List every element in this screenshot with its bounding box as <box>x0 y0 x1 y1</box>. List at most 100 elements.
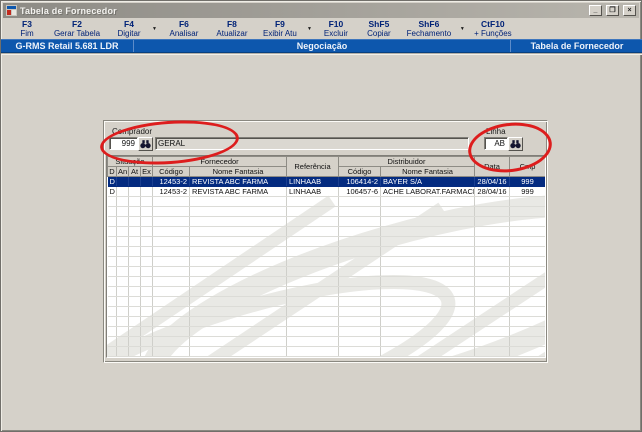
column-header-nome-fantasia-fornecedor[interactable]: Nome Fantasia <box>188 166 288 177</box>
toolbar-item-fim[interactable]: F3 Fim <box>9 19 45 38</box>
binoculars-icon <box>510 139 521 148</box>
column-header-at[interactable]: At <box>128 166 141 177</box>
toolbar-item-analisar[interactable]: F6 Analisar <box>160 19 208 38</box>
cell-nome-fantasia-distribuidor: BAYER S/A <box>380 176 476 187</box>
comprador-label: Comprador <box>112 127 153 136</box>
close-button[interactable]: × <box>623 5 636 16</box>
toolbar-item-exibir-atu[interactable]: F9 Exibir Atu <box>256 19 304 38</box>
table-body: D 12453-2 REVISTA ABC FARMA LINHAAB 1064… <box>107 176 545 357</box>
restore-button[interactable]: ❐ <box>606 5 619 16</box>
cell-situacao-d: D <box>107 176 117 187</box>
window-title: Tabela de Fornecedor <box>20 5 117 16</box>
toolbar-item-excluir[interactable]: F10 Excluir <box>315 19 357 38</box>
content-panel: Comprador 999 GERAL Linha AB Situação Fo… <box>103 120 548 363</box>
linha-search-button[interactable] <box>508 137 523 151</box>
cell-data: 28/04/16 <box>474 186 511 197</box>
empty-table-row[interactable] <box>107 326 545 337</box>
status-band: G-RMS Retail 5.681 LDR Negociação Tabela… <box>1 39 642 53</box>
toolbar-item-copiar[interactable]: ShF5 Copiar <box>357 19 401 38</box>
toolbar-item-gerar-tabela[interactable]: F2 Gerar Tabela <box>45 19 109 38</box>
cell-nome-fantasia-fornecedor: REVISTA ABC FARMA <box>189 176 288 187</box>
empty-table-row[interactable] <box>107 246 545 257</box>
empty-table-row[interactable] <box>107 256 545 267</box>
empty-table-row[interactable] <box>107 276 545 287</box>
cell-codigo-fornecedor: 12453-2 <box>152 186 190 197</box>
action-label: Excluir <box>323 29 348 38</box>
column-header-codigo-fornecedor[interactable]: Código <box>152 166 190 177</box>
empty-table-row[interactable] <box>107 266 545 277</box>
toolbar-item-atualizar[interactable]: F8 Atualizar <box>208 19 256 38</box>
column-header-nome-fantasia-distribuidor[interactable]: Nome Fantasia <box>380 166 476 177</box>
empty-table-row[interactable] <box>107 216 545 227</box>
table-row[interactable]: D 12453-2 REVISTA ABC FARMA LINHAAB 1064… <box>107 186 545 197</box>
cell-nome-fantasia-distribuidor: ACHE LABORAT.FARMACEUTICOS S/A <box>380 186 476 197</box>
cell-at <box>128 186 141 197</box>
app-version-label: G-RMS Retail 5.681 LDR <box>15 41 119 51</box>
column-header-codigo-distribuidor[interactable]: Código <box>338 166 382 177</box>
toolbar-item-mais-funcoes[interactable]: CtF10 + Funções <box>468 19 518 38</box>
empty-table-row[interactable] <box>107 286 545 297</box>
fkey-label: F3 <box>22 19 32 29</box>
empty-table-row[interactable] <box>107 306 545 317</box>
dropdown-arrow-icon[interactable]: ▼ <box>149 26 160 32</box>
toolbar-item-digitar[interactable]: F4 Digitar <box>109 19 149 38</box>
toolbar-item-fechamento[interactable]: ShF6 Fechamento <box>401 19 457 38</box>
binoculars-icon <box>140 139 151 148</box>
cell-data: 28/04/16 <box>474 176 511 187</box>
fkey-label: F8 <box>226 19 237 29</box>
table-row-selected[interactable]: D 12453-2 REVISTA ABC FARMA LINHAAB 1064… <box>107 176 545 187</box>
column-header-cmp[interactable]: Cmp <box>509 156 545 177</box>
fkey-label: CtF10 <box>481 19 505 29</box>
minimize-button[interactable]: _ <box>589 5 602 16</box>
cell-an <box>116 186 129 197</box>
title-bar: Tabela de Fornecedor _ ❐ × <box>3 3 639 18</box>
dropdown-arrow-icon[interactable]: ▼ <box>304 26 315 32</box>
fkey-label: F4 <box>124 19 134 29</box>
table-header: Situação Fornecedor Referência Distribui… <box>107 156 545 177</box>
cell-codigo-fornecedor: 12453-2 <box>152 176 190 187</box>
column-header-referencia[interactable]: Referência <box>286 156 340 177</box>
cell-cmp: 999 <box>509 176 545 187</box>
action-label: Fechamento <box>406 29 452 38</box>
cell-codigo-distribuidor: 106414-2 <box>338 176 382 187</box>
column-header-ex[interactable]: Ex <box>140 166 153 177</box>
app-icon <box>6 5 17 16</box>
action-label: + Funções <box>474 29 512 38</box>
empty-table-row[interactable] <box>107 236 545 247</box>
comprador-code-input[interactable]: 999 <box>109 137 138 150</box>
empty-table-row[interactable] <box>107 346 545 357</box>
screen-label: Tabela de Fornecedor <box>510 40 642 52</box>
module-label: Negociação <box>133 40 510 52</box>
action-label: Copiar <box>367 29 391 38</box>
supplier-table: Situação Fornecedor Referência Distribui… <box>107 156 545 357</box>
column-header-distribuidor[interactable]: Distribuidor <box>338 156 476 167</box>
linha-code-input[interactable]: AB <box>484 137 508 150</box>
empty-table-row[interactable] <box>107 316 545 327</box>
action-label: Fim <box>20 29 34 38</box>
application-window: { "colors": { "bg": "#d5d1c9", "accent-b… <box>0 0 642 432</box>
cell-nome-fantasia-fornecedor: REVISTA ABC FARMA <box>189 186 288 197</box>
divider <box>1 53 642 55</box>
column-header-d[interactable]: D <box>107 166 117 177</box>
column-header-data[interactable]: Data <box>474 156 511 177</box>
column-header-an[interactable]: An <box>116 166 129 177</box>
cell-at <box>128 176 141 187</box>
dropdown-arrow-icon[interactable]: ▼ <box>457 26 468 32</box>
empty-table-row[interactable] <box>107 336 545 347</box>
column-header-fornecedor[interactable]: Fornecedor <box>151 156 288 167</box>
column-header-situacao[interactable]: Situação <box>107 156 153 167</box>
empty-table-row[interactable] <box>107 226 545 237</box>
action-label: Gerar Tabela <box>53 29 101 38</box>
fkey-label: ShF5 <box>368 19 390 29</box>
empty-table-row[interactable] <box>107 296 545 307</box>
empty-table-row[interactable] <box>107 196 545 207</box>
function-toolbar: F3 Fim F2 Gerar Tabela F4 Digitar ▼ F6 A… <box>3 18 639 39</box>
cell-referencia: LINHAAB <box>286 176 340 187</box>
fkey-label: F2 <box>72 19 82 29</box>
comprador-search-button[interactable] <box>138 137 153 151</box>
empty-table-row[interactable] <box>107 206 545 217</box>
action-label: Atualizar <box>216 29 248 38</box>
action-label: Analisar <box>169 29 199 38</box>
comprador-name-field: GERAL <box>155 137 469 150</box>
linha-label: Linha <box>486 127 506 136</box>
